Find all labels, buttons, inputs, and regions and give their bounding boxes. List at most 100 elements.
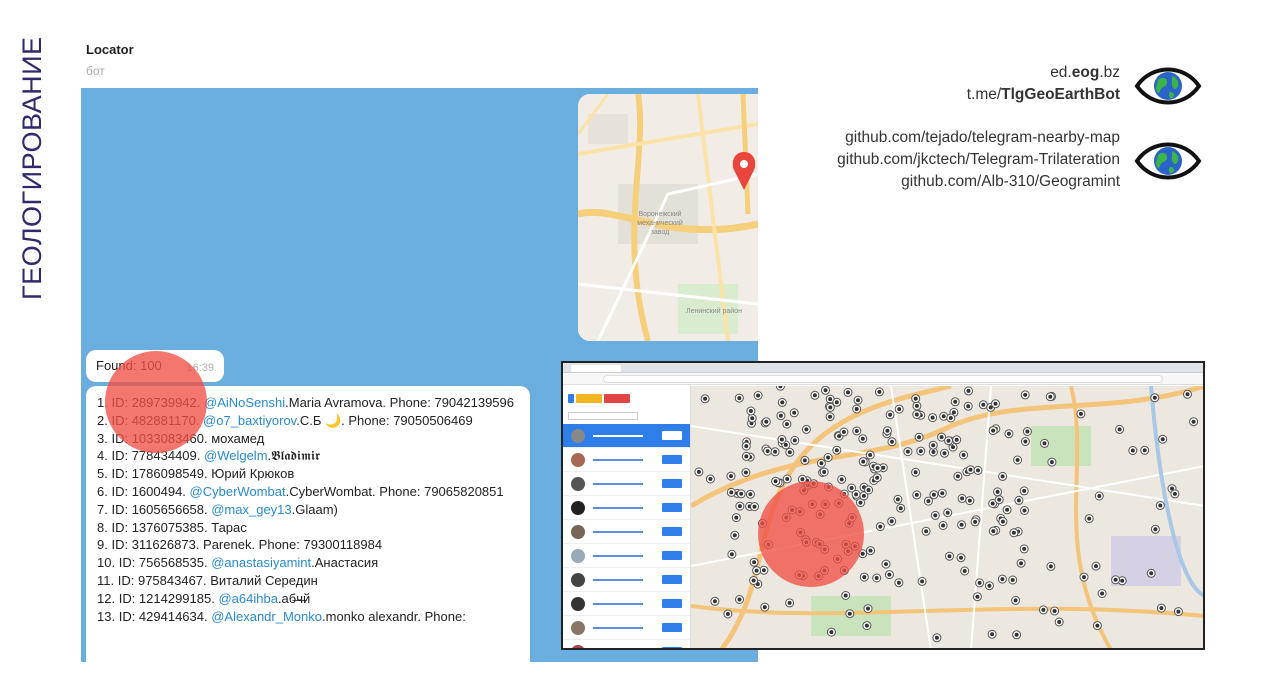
user-row[interactable] bbox=[563, 616, 690, 640]
highlight-circle-map bbox=[758, 481, 864, 587]
user-marker-avatar bbox=[773, 479, 778, 484]
result-details: .Glaam) bbox=[291, 501, 338, 517]
user-marker-avatar bbox=[744, 444, 749, 449]
browser-tab[interactable] bbox=[571, 365, 621, 372]
user-marker-avatar bbox=[729, 552, 734, 557]
user-marker-avatar bbox=[761, 568, 766, 573]
user-marker-avatar bbox=[779, 437, 784, 442]
result-username-link[interactable]: @o7_baxtiyorov bbox=[203, 413, 296, 428]
row-action-button[interactable] bbox=[662, 623, 682, 632]
row-action-button[interactable] bbox=[662, 527, 682, 536]
user-marker-avatar bbox=[822, 470, 827, 474]
slide-vertical-title: ГЕОЛОГИРОВАНИЕ bbox=[17, 36, 47, 300]
start-search-button[interactable] bbox=[568, 394, 574, 403]
link-github-nearby-map[interactable]: github.com/tejado/telegram-nearby-map bbox=[837, 127, 1120, 149]
user-row[interactable] bbox=[563, 544, 690, 568]
sidebar-controls bbox=[563, 386, 690, 424]
result-username-link[interactable]: @AiNoSenshi bbox=[204, 395, 285, 410]
row-slider bbox=[593, 579, 643, 581]
user-marker-avatar bbox=[941, 414, 946, 419]
browser-titlebar bbox=[563, 363, 1203, 373]
user-marker-avatar bbox=[860, 436, 865, 441]
user-marker-avatar bbox=[1000, 474, 1005, 479]
row-action-button[interactable] bbox=[662, 503, 682, 512]
user-row[interactable] bbox=[563, 568, 690, 592]
row-action-button[interactable] bbox=[662, 599, 682, 608]
user-marker-avatar bbox=[931, 492, 936, 497]
link-telegram-bot[interactable]: t.me/TlgGeoEarthBot bbox=[967, 84, 1120, 106]
user-marker-avatar bbox=[1185, 392, 1190, 397]
user-marker-avatar bbox=[847, 611, 852, 616]
avatar bbox=[571, 525, 585, 539]
location-message-map[interactable]: Воронежский механический завод Ленинский… bbox=[578, 94, 758, 341]
user-row[interactable] bbox=[563, 640, 690, 648]
row-action-button[interactable] bbox=[662, 431, 682, 440]
user-marker-avatar bbox=[990, 632, 995, 637]
user-marker-avatar bbox=[732, 533, 737, 538]
row-action-button[interactable] bbox=[662, 455, 682, 464]
user-marker-avatar bbox=[967, 498, 972, 503]
user-marker-avatar bbox=[1130, 448, 1135, 453]
user-marker-avatar bbox=[1015, 458, 1020, 462]
user-row[interactable] bbox=[563, 496, 690, 520]
user-marker-avatar bbox=[1049, 460, 1054, 465]
user-marker-avatar bbox=[826, 455, 831, 460]
link-github-trilateration[interactable]: github.com/jkctech/Telegram-Trilateratio… bbox=[837, 149, 1120, 171]
user-marker-avatar bbox=[1097, 494, 1102, 498]
user-marker-avatar bbox=[941, 523, 946, 528]
user-row[interactable] bbox=[563, 424, 690, 448]
user-marker-avatar bbox=[924, 529, 929, 534]
user-marker-avatar bbox=[743, 470, 748, 475]
user-marker-avatar bbox=[975, 594, 980, 599]
result-username-link[interactable]: @Alexandr_Monko bbox=[211, 609, 322, 624]
result-username-link[interactable]: @max_gey13 bbox=[211, 502, 291, 517]
result-id: ID: 756568535. bbox=[118, 555, 208, 571]
result-number: 9. bbox=[97, 537, 108, 553]
row-slider bbox=[593, 507, 643, 509]
result-number: 10. bbox=[97, 555, 116, 571]
user-marker-avatar bbox=[1158, 503, 1163, 508]
user-marker-avatar bbox=[828, 414, 833, 419]
user-row[interactable] bbox=[563, 520, 690, 544]
chat-title[interactable]: Locator bbox=[86, 42, 134, 57]
result-details: .С.Б 🌙. Phone: 79050506469 bbox=[296, 412, 473, 428]
user-marker-avatar bbox=[874, 576, 879, 580]
user-marker-avatar bbox=[945, 510, 950, 515]
user-marker-avatar bbox=[1011, 530, 1016, 535]
avatar bbox=[571, 429, 585, 443]
user-marker-avatar bbox=[734, 515, 739, 520]
user-marker-avatar bbox=[1120, 578, 1125, 583]
user-marker-avatar bbox=[898, 506, 903, 511]
user-row[interactable] bbox=[563, 448, 690, 472]
user-marker-avatar bbox=[887, 572, 892, 577]
result-username-link[interactable]: @Welgelm bbox=[204, 448, 268, 463]
user-marker-avatar bbox=[1082, 575, 1086, 580]
user-marker-avatar bbox=[866, 488, 871, 492]
search-field[interactable] bbox=[568, 412, 638, 420]
user-marker-avatar bbox=[1142, 448, 1147, 453]
result-item: 13. ID: 429414634. @Alexandr_Monko.monko… bbox=[97, 608, 519, 626]
result-username-link[interactable]: @anastasiyamint bbox=[211, 555, 311, 570]
user-row[interactable] bbox=[563, 472, 690, 496]
user-marker-avatar bbox=[981, 402, 986, 407]
link-eog[interactable]: ed.eog.bz bbox=[967, 62, 1120, 84]
stop-search-button[interactable] bbox=[576, 394, 602, 403]
link-github-geogramint[interactable]: github.com/Alb-310/Geogramint bbox=[837, 171, 1120, 193]
highlight-circle-found bbox=[105, 351, 207, 453]
user-marker-avatar bbox=[951, 410, 956, 415]
row-action-button[interactable] bbox=[662, 575, 682, 584]
result-username-link[interactable]: @a64ihba bbox=[218, 591, 277, 606]
reset-map-button[interactable] bbox=[604, 394, 630, 403]
user-marker-avatar bbox=[991, 529, 996, 534]
result-number: 8. bbox=[97, 519, 108, 535]
address-bar[interactable] bbox=[603, 375, 1163, 383]
row-action-button[interactable] bbox=[662, 647, 682, 648]
result-username-link[interactable]: @CyberWombat bbox=[190, 484, 286, 499]
user-marker-avatar bbox=[897, 407, 902, 412]
user-marker-avatar bbox=[875, 475, 880, 480]
user-marker-avatar bbox=[1022, 508, 1027, 513]
row-action-button[interactable] bbox=[662, 479, 682, 488]
row-action-button[interactable] bbox=[662, 551, 682, 560]
user-marker-avatar bbox=[1191, 419, 1196, 424]
user-row[interactable] bbox=[563, 592, 690, 616]
